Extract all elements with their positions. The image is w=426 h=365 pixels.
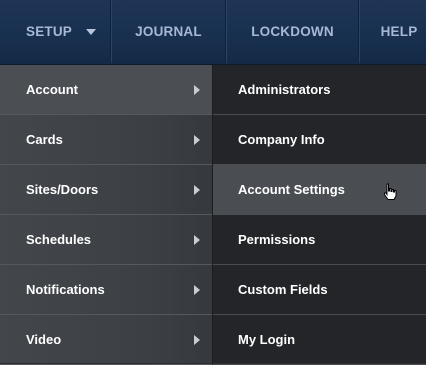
nav-journal-label: JOURNAL: [135, 24, 202, 39]
nav-setup[interactable]: SETUP: [0, 0, 110, 63]
nav-lockdown[interactable]: LOCKDOWN: [225, 0, 359, 63]
nav-journal[interactable]: JOURNAL: [110, 0, 226, 63]
menu-item-label: Account Settings: [238, 182, 345, 197]
menu-item-permissions[interactable]: Permissions: [213, 215, 426, 265]
hand-pointer-icon: [384, 183, 397, 200]
chevron-right-icon: [194, 334, 200, 345]
menu-item-custom-fields[interactable]: Custom Fields: [213, 265, 426, 315]
menu-item-label: Permissions: [238, 232, 316, 247]
chevron-right-icon: [194, 284, 200, 295]
nav-help[interactable]: HELP: [358, 0, 426, 63]
menu-item-label: Administrators: [238, 82, 331, 97]
top-nav-bar: SETUP JOURNAL LOCKDOWN HELP: [0, 0, 426, 65]
menu-item-label: Custom Fields: [238, 282, 328, 297]
chevron-right-icon: [194, 134, 200, 145]
submenu-item-notifications[interactable]: Notifications: [0, 265, 212, 315]
menu-item-label: Company Info: [238, 132, 325, 147]
submenu-item-label: Notifications: [26, 282, 105, 297]
chevron-right-icon: [194, 84, 200, 95]
submenu-item-video[interactable]: Video: [0, 315, 212, 365]
setup-submenu: Account Cards Sites/Doors Schedules Noti…: [0, 65, 213, 365]
menu-item-my-login[interactable]: My Login: [213, 315, 426, 365]
submenu-item-label: Sites/Doors: [26, 182, 99, 197]
submenu-item-account[interactable]: Account: [0, 65, 212, 115]
account-submenu: Administrators Company Info Account Sett…: [213, 65, 426, 365]
menu-item-label: My Login: [238, 332, 296, 347]
submenu-item-sites-doors[interactable]: Sites/Doors: [0, 165, 212, 215]
submenu-item-schedules[interactable]: Schedules: [0, 215, 212, 265]
nav-setup-label: SETUP: [26, 24, 73, 39]
submenu-item-label: Video: [26, 332, 62, 347]
nav-help-label: HELP: [380, 24, 418, 39]
chevron-right-icon: [194, 234, 200, 245]
submenu-item-label: Account: [26, 82, 78, 97]
submenu-item-cards[interactable]: Cards: [0, 115, 212, 165]
menu-item-administrators[interactable]: Administrators: [213, 65, 426, 115]
nav-lockdown-label: LOCKDOWN: [251, 24, 334, 39]
chevron-right-icon: [194, 184, 200, 195]
chevron-down-icon: [86, 28, 97, 35]
submenu-item-label: Schedules: [26, 232, 92, 247]
submenu-item-label: Cards: [26, 132, 63, 147]
menu-item-company-info[interactable]: Company Info: [213, 115, 426, 165]
